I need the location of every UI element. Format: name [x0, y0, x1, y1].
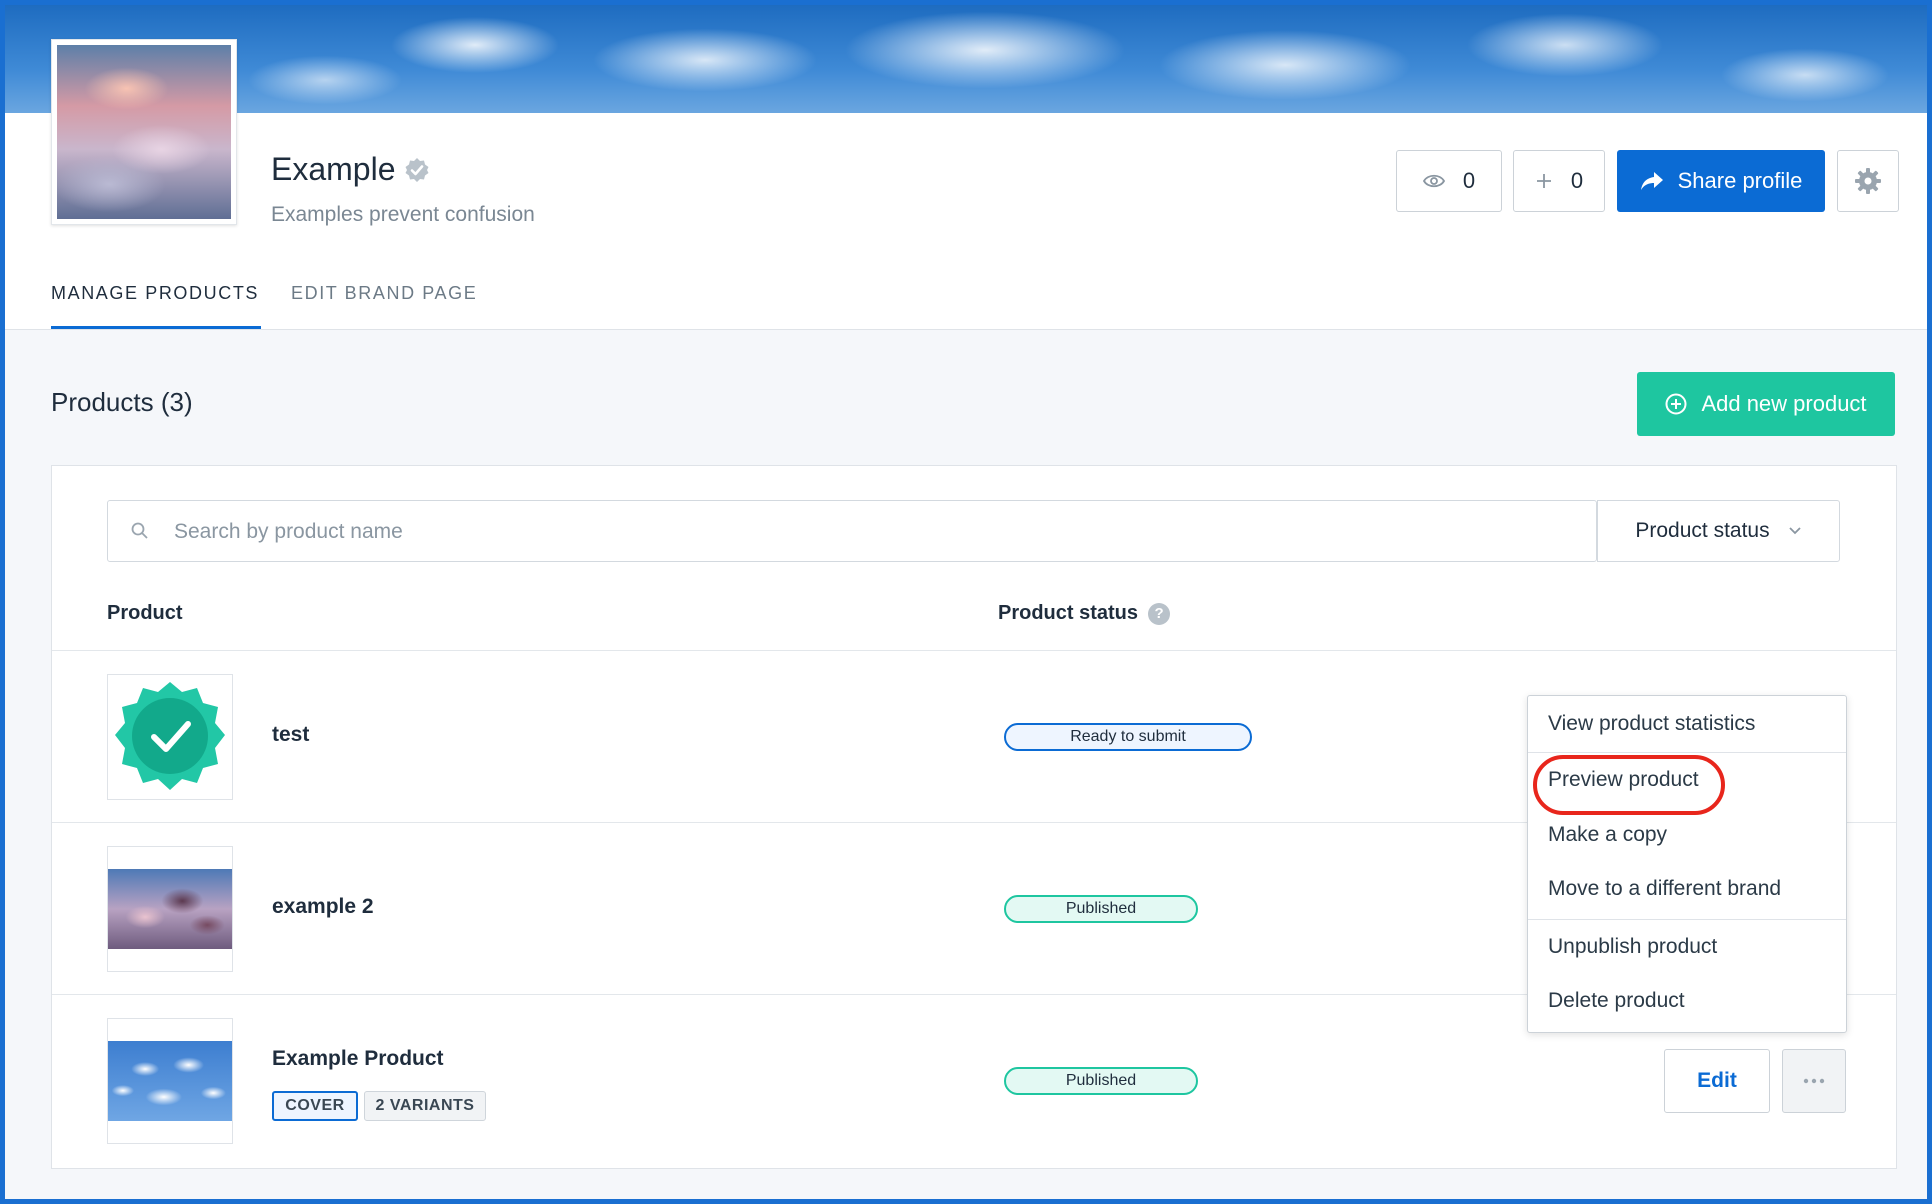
settings-button[interactable]	[1837, 150, 1899, 212]
product-thumbnail	[107, 846, 233, 972]
search-input[interactable]	[172, 501, 1576, 563]
menu-divider	[1528, 919, 1846, 920]
cover-tag: COVER	[272, 1091, 358, 1121]
menu-item-unpublish[interactable]: Unpublish product	[1548, 935, 1717, 959]
menu-item-move-brand[interactable]: Move to a different brand	[1548, 877, 1781, 901]
column-header-status-label: Product status	[998, 602, 1139, 624]
more-actions-button[interactable]	[1782, 1049, 1846, 1113]
column-header-status: Product status ?	[998, 602, 1171, 625]
brand-title: Example	[271, 151, 430, 188]
product-image	[108, 869, 232, 949]
product-status-filter[interactable]: Product status	[1597, 500, 1840, 562]
menu-item-delete[interactable]: Delete product	[1548, 989, 1685, 1013]
status-badge: Published	[1004, 1067, 1198, 1095]
product-name[interactable]: Example Product	[272, 1047, 444, 1071]
product-search	[107, 500, 1597, 563]
column-header-product: Product	[107, 602, 183, 625]
adds-count: 0	[1570, 168, 1584, 193]
cover-banner	[5, 5, 1927, 113]
app-frame: Example Examples prevent confusion 0 0 S…	[5, 5, 1927, 1199]
chevron-down-icon	[1788, 527, 1801, 535]
adds-counter-button[interactable]: 0	[1513, 150, 1605, 212]
ellipsis-icon	[1803, 1078, 1825, 1084]
active-tab-indicator	[51, 326, 261, 329]
brand-avatar-image	[57, 45, 231, 219]
products-heading: Products (3)	[51, 387, 193, 417]
column-header-product-label: Product	[107, 602, 183, 624]
product-actions-menu: View product statistics Preview product …	[1527, 695, 1847, 1033]
badge-check-icon	[115, 682, 225, 790]
views-count: 0	[1462, 168, 1476, 193]
product-name[interactable]: test	[272, 723, 309, 747]
brand-avatar[interactable]	[51, 39, 237, 225]
plus-circle-icon	[1665, 393, 1687, 415]
menu-divider	[1528, 752, 1846, 753]
help-icon[interactable]: ?	[1148, 602, 1171, 625]
gear-icon	[1855, 168, 1881, 194]
status-badge: Ready to submit	[1004, 723, 1252, 751]
tab-manage-products[interactable]: MANAGE PRODUCTS	[51, 283, 259, 304]
status-badge: Published	[1004, 895, 1198, 923]
plus-icon	[1536, 174, 1551, 188]
verified-icon	[405, 157, 428, 182]
eye-icon	[1422, 174, 1445, 188]
product-image	[108, 1041, 232, 1121]
add-new-product-label: Add new product	[1701, 391, 1867, 416]
share-arrow-icon	[1640, 172, 1663, 190]
menu-item-view-statistics[interactable]: View product statistics	[1548, 712, 1755, 736]
variants-tag: 2 VARIANTS	[364, 1091, 486, 1121]
product-name[interactable]: example 2	[272, 895, 374, 919]
product-status-filter-label: Product status	[1635, 519, 1770, 542]
add-new-product-button[interactable]: Add new product	[1637, 372, 1895, 436]
views-counter-button[interactable]: 0	[1396, 150, 1502, 212]
share-profile-label: Share profile	[1677, 168, 1803, 193]
product-thumbnail	[107, 1018, 233, 1144]
menu-item-make-copy[interactable]: Make a copy	[1548, 823, 1667, 847]
tab-edit-brand-page[interactable]: EDIT BRAND PAGE	[291, 283, 477, 304]
brand-name: Example	[271, 151, 396, 187]
search-icon	[131, 522, 148, 539]
brand-tagline: Examples prevent confusion	[271, 203, 535, 226]
share-profile-button[interactable]: Share profile	[1617, 150, 1825, 212]
product-thumbnail	[107, 674, 233, 800]
brand-header: Example Examples prevent confusion 0 0 S…	[5, 113, 1927, 330]
highlight-annotation	[1533, 755, 1725, 815]
edit-button[interactable]: Edit	[1664, 1049, 1770, 1113]
